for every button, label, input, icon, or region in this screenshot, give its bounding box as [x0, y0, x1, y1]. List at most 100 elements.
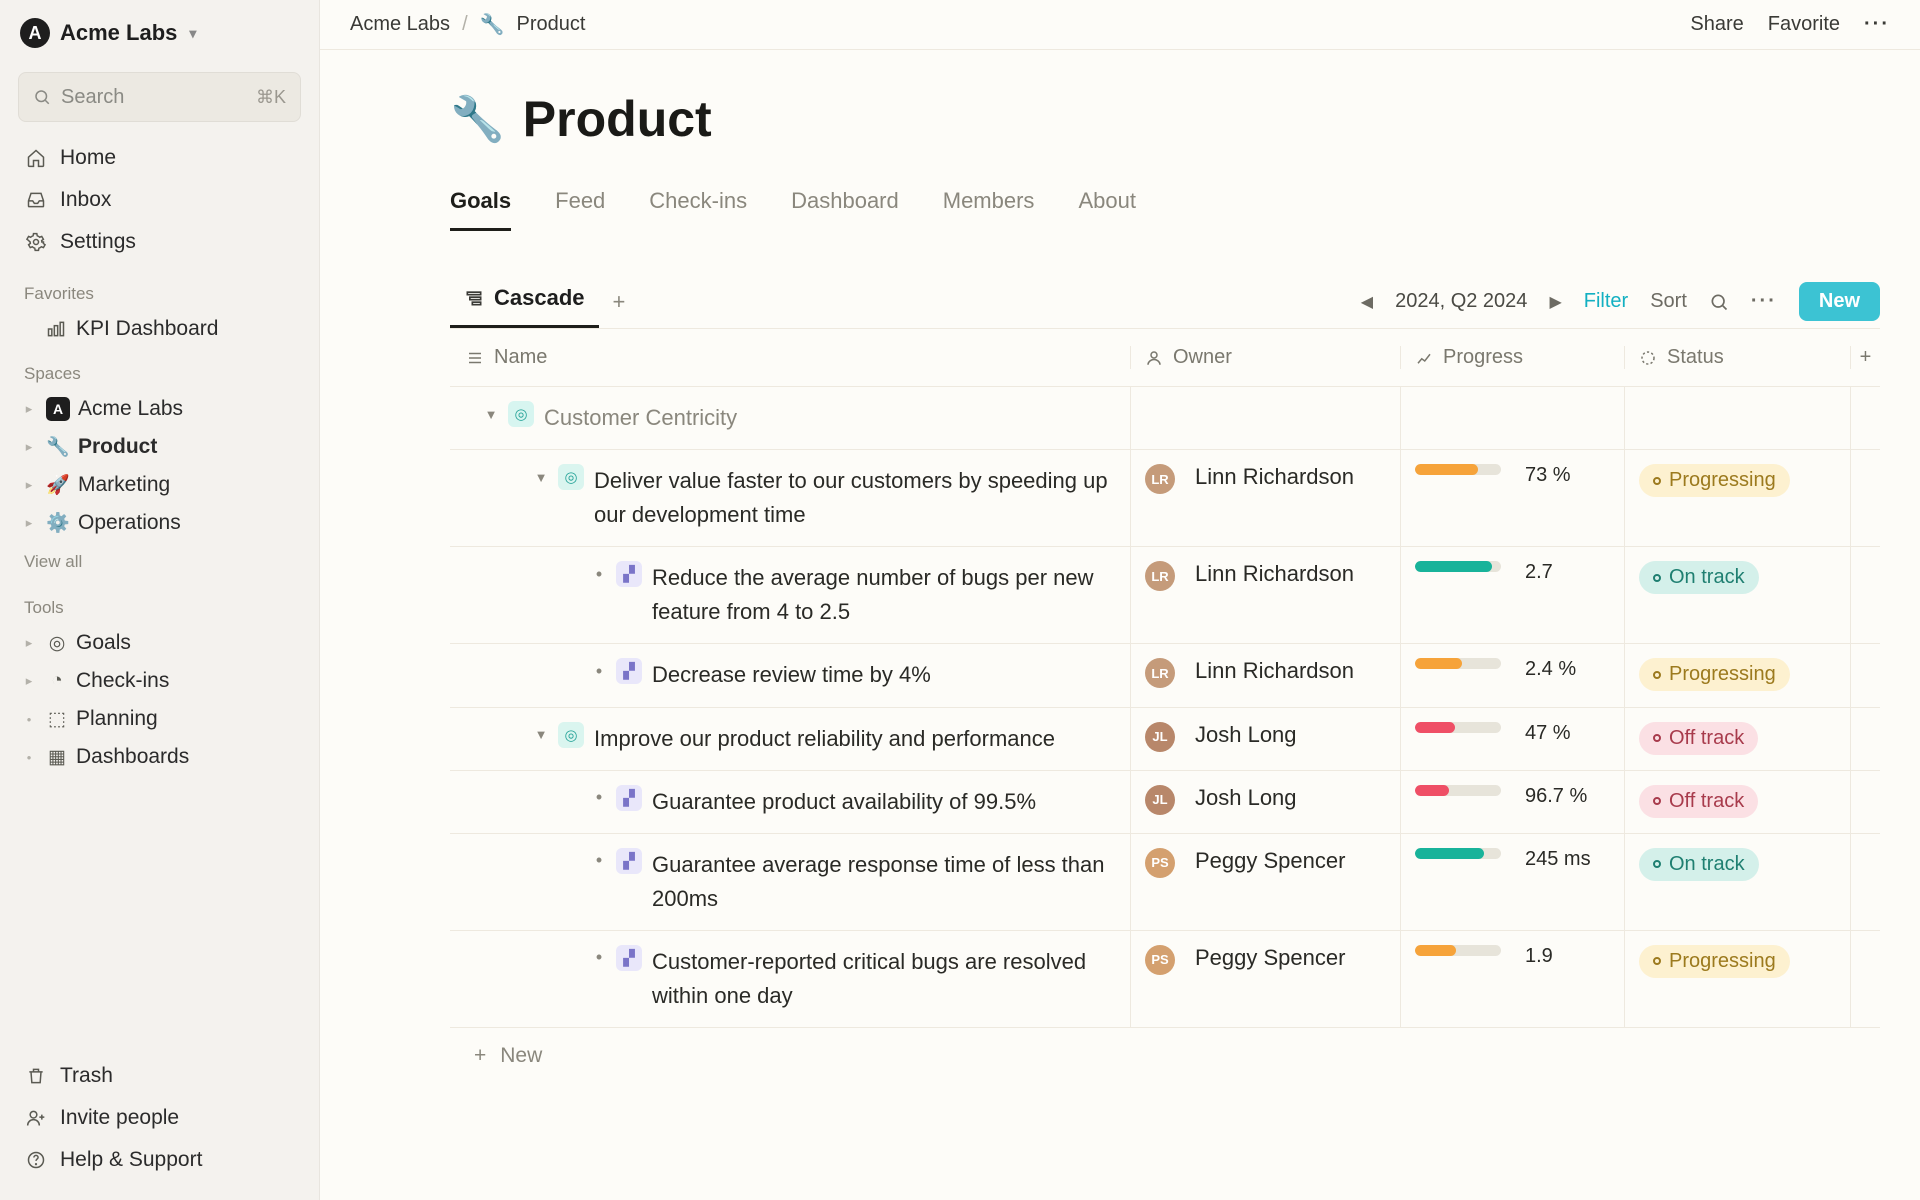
- nav-trash[interactable]: Trash: [14, 1056, 305, 1096]
- new-row-button[interactable]: + New: [450, 1028, 1880, 1084]
- col-owner[interactable]: Owner: [1130, 346, 1400, 369]
- section-favorites: Favorites: [0, 268, 319, 310]
- chevron-down-icon[interactable]: ▼: [532, 727, 550, 742]
- space-item[interactable]: ▸🚀Marketing: [10, 466, 309, 504]
- bullet-icon: •: [590, 564, 608, 585]
- space-item[interactable]: ▸🔧Product: [10, 428, 309, 466]
- avatar: PS: [1145, 848, 1175, 878]
- chevron-right-icon[interactable]: ▸: [20, 401, 38, 417]
- page-title-text[interactable]: Product: [523, 90, 712, 148]
- nav-invite[interactable]: Invite people: [14, 1098, 305, 1138]
- table-row[interactable]: ▼◎Improve our product reliability and pe…: [450, 708, 1880, 771]
- topbar: Acme Labs / 🔧 Product Share Favorite ···: [320, 0, 1920, 50]
- chevron-right-icon[interactable]: ▸: [20, 635, 38, 651]
- tool-item[interactable]: •⬚Planning: [10, 700, 309, 738]
- nav-help[interactable]: Help & Support: [14, 1140, 305, 1180]
- table-row[interactable]: •▞Customer-reported critical bugs are re…: [450, 931, 1880, 1028]
- breadcrumb-root[interactable]: Acme Labs: [350, 13, 450, 36]
- avatar: LR: [1145, 658, 1175, 688]
- view-cascade[interactable]: Cascade: [450, 275, 599, 328]
- favorite-item[interactable]: KPI Dashboard: [10, 310, 309, 348]
- breadcrumb-page[interactable]: Product: [517, 13, 586, 36]
- period-prev-button[interactable]: ◀: [1361, 292, 1373, 312]
- share-button[interactable]: Share: [1690, 13, 1743, 36]
- chart-icon: [1415, 349, 1433, 367]
- search-input[interactable]: Search ⌘K: [18, 72, 301, 122]
- chevron-right-icon[interactable]: ▸: [20, 439, 38, 455]
- space-label: Product: [78, 435, 157, 459]
- nav-settings[interactable]: Settings: [14, 222, 305, 262]
- bullet-icon: •: [20, 750, 38, 765]
- table-row[interactable]: ▼◎Customer Centricity: [450, 387, 1880, 450]
- add-view-button[interactable]: +: [599, 279, 640, 325]
- bullet-icon: •: [590, 947, 608, 968]
- tool-item[interactable]: ▸◎Goals: [10, 624, 309, 662]
- filter-button[interactable]: Filter: [1584, 290, 1628, 313]
- sort-button[interactable]: Sort: [1650, 290, 1687, 313]
- col-progress[interactable]: Progress: [1400, 346, 1624, 369]
- nav-label: Inbox: [60, 188, 111, 212]
- nav-inbox[interactable]: Inbox: [14, 180, 305, 220]
- period-next-button[interactable]: ▶: [1549, 292, 1561, 312]
- progress-value: 245 ms: [1525, 848, 1591, 871]
- status-dot-icon: [1653, 797, 1661, 805]
- tab-feed[interactable]: Feed: [555, 188, 605, 231]
- progress-value: 1.9: [1525, 945, 1553, 968]
- chevron-down-icon[interactable]: ▼: [482, 407, 500, 422]
- add-column-button[interactable]: +: [1850, 346, 1880, 369]
- help-icon: [26, 1150, 48, 1170]
- table-row[interactable]: ▼◎Deliver value faster to our customers …: [450, 450, 1880, 547]
- tab-dashboard[interactable]: Dashboard: [791, 188, 899, 231]
- space-label: Acme Labs: [78, 397, 183, 421]
- tab-check-ins[interactable]: Check-ins: [649, 188, 747, 231]
- search-placeholder: Search: [61, 86, 124, 109]
- search-table-button[interactable]: [1709, 292, 1729, 312]
- table-more-button[interactable]: ···: [1751, 290, 1777, 313]
- tool-item[interactable]: ▸◔Check-ins: [10, 662, 309, 700]
- chevron-right-icon[interactable]: ▸: [20, 477, 38, 493]
- new-button[interactable]: New: [1799, 282, 1880, 321]
- progress-bar: [1415, 785, 1501, 796]
- tool-item[interactable]: •▦Dashboards: [10, 738, 309, 776]
- nav-label: Invite people: [60, 1106, 179, 1130]
- col-status[interactable]: Status: [1624, 346, 1850, 369]
- owner-name: Peggy Spencer: [1195, 848, 1345, 874]
- row-type-icon: ▞: [616, 785, 642, 811]
- row-type-icon: ◎: [558, 464, 584, 490]
- inbox-icon: [26, 190, 48, 210]
- chevron-down-icon[interactable]: ▼: [532, 470, 550, 485]
- person-icon: [1145, 349, 1163, 367]
- status-badge: Progressing: [1639, 658, 1790, 691]
- view-name: Cascade: [494, 285, 585, 311]
- view-all-link[interactable]: View all: [0, 542, 319, 582]
- progress-bar: [1415, 561, 1501, 572]
- col-name[interactable]: Name: [450, 346, 1130, 369]
- tool-label: Goals: [76, 631, 131, 655]
- workspace-switcher[interactable]: A Acme Labs ▾: [20, 18, 299, 48]
- owner-name: Josh Long: [1195, 785, 1297, 811]
- chevron-right-icon[interactable]: ▸: [20, 515, 38, 531]
- row-name: Customer-reported critical bugs are reso…: [652, 945, 1130, 1013]
- table-row[interactable]: •▞Reduce the average number of bugs per …: [450, 547, 1880, 644]
- table-row[interactable]: •▞Guarantee average response time of les…: [450, 834, 1880, 931]
- more-menu-button[interactable]: ···: [1864, 13, 1890, 36]
- bullet-icon: •: [20, 712, 38, 727]
- favorite-button[interactable]: Favorite: [1768, 13, 1840, 36]
- space-emoji-icon: 🚀: [46, 473, 70, 497]
- tab-goals[interactable]: Goals: [450, 188, 511, 231]
- owner-name: Peggy Spencer: [1195, 945, 1345, 971]
- table-row[interactable]: •▞Decrease review time by 4%LRLinn Richa…: [450, 644, 1880, 707]
- section-spaces: Spaces: [0, 348, 319, 390]
- status-dot-icon: [1653, 734, 1661, 742]
- page-icon[interactable]: 🔧: [450, 93, 505, 145]
- tab-members[interactable]: Members: [943, 188, 1035, 231]
- space-item[interactable]: ▸AAcme Labs: [10, 390, 309, 428]
- status-icon: [1639, 349, 1657, 367]
- nav-home[interactable]: Home: [14, 138, 305, 178]
- period-picker[interactable]: 2024, Q2 2024: [1395, 290, 1527, 313]
- tab-about[interactable]: About: [1078, 188, 1136, 231]
- space-item[interactable]: ▸⚙️Operations: [10, 504, 309, 542]
- chevron-right-icon[interactable]: ▸: [20, 673, 38, 689]
- status-badge: On track: [1639, 848, 1759, 881]
- table-row[interactable]: •▞Guarantee product availability of 99.5…: [450, 771, 1880, 834]
